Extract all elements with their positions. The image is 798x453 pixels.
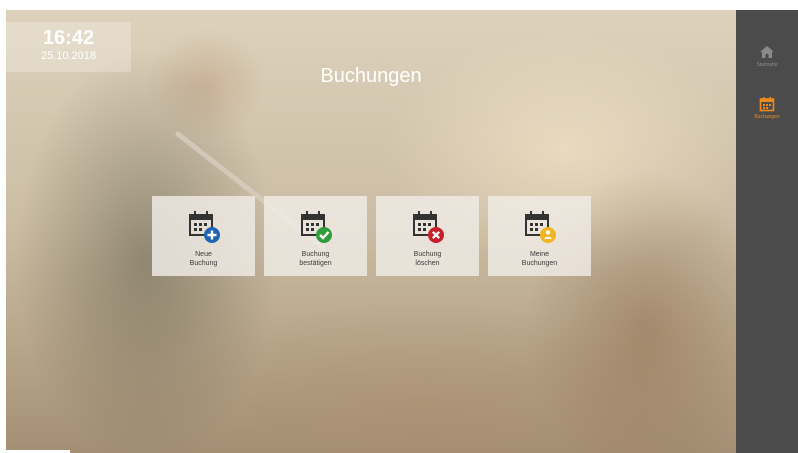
tile-badge bbox=[540, 227, 556, 243]
calendar-icon bbox=[759, 97, 775, 112]
tile-label: Meine Buchungen bbox=[521, 251, 558, 267]
tile-label: Buchung bestätigen bbox=[299, 251, 332, 267]
tile-label: Neue Buchung bbox=[189, 251, 218, 267]
sidebar: Startseite Buchungen bbox=[736, 10, 798, 453]
tile-label: Buchung löschen bbox=[413, 251, 442, 267]
sidebar-item-label: Buchungen bbox=[754, 114, 780, 120]
clock-panel: 16:42 25.10.2018 bbox=[6, 22, 131, 72]
clock-date: 25.10.2018 bbox=[40, 50, 97, 62]
calendar-check-icon bbox=[301, 211, 332, 243]
sidebar-item-bookings[interactable]: Buchungen bbox=[736, 92, 798, 132]
calendar-x-icon bbox=[413, 211, 444, 243]
calendar-plus-icon bbox=[189, 211, 220, 243]
tile-badge bbox=[316, 227, 332, 243]
delete-booking-tile[interactable]: Buchung löschen bbox=[376, 196, 479, 276]
confirm-booking-tile[interactable]: Buchung bestätigen bbox=[264, 196, 367, 276]
clock-time: 16:42 bbox=[42, 27, 95, 49]
page-title: Buchungen bbox=[320, 65, 422, 87]
kiosk-screen: 16:42 25.10.2018 Buchungen Neue Buchung bbox=[6, 10, 798, 453]
calendar-person-icon bbox=[525, 211, 556, 243]
sidebar-item-label: Startseite bbox=[756, 62, 778, 68]
home-icon bbox=[760, 46, 774, 58]
my-bookings-tile[interactable]: Meine Buchungen bbox=[488, 196, 591, 276]
new-booking-tile[interactable]: Neue Buchung bbox=[152, 196, 255, 276]
sidebar-item-home[interactable]: Startseite bbox=[736, 40, 798, 80]
